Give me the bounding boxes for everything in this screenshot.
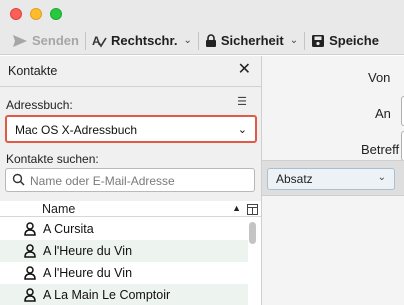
addressbook-label: Adressbuch: bbox=[6, 98, 73, 112]
chevron-down-icon[interactable]: ⌄ bbox=[290, 35, 298, 46]
list-item[interactable]: A l'Heure du Vin bbox=[0, 262, 248, 284]
addressbook-select[interactable]: Mac OS X-Adressbuch ⌄ bbox=[5, 115, 257, 143]
send-button[interactable]: Senden bbox=[12, 30, 79, 52]
addressbook-value: Mac OS X-Adressbuch bbox=[15, 123, 138, 137]
list-header: Name ▲ bbox=[0, 201, 261, 217]
sort-ascending-icon[interactable]: ▲ bbox=[232, 203, 241, 213]
list-item[interactable]: A Cursita bbox=[0, 218, 248, 240]
paragraph-format-select[interactable]: Absatz ⌄ bbox=[267, 168, 395, 190]
title-bar bbox=[0, 0, 404, 27]
person-icon bbox=[24, 288, 36, 305]
contact-name: A l'Heure du Vin bbox=[43, 266, 133, 280]
format-toolbar: Absatz ⌄ bbox=[262, 160, 404, 196]
spellcheck-icon: A bbox=[92, 34, 111, 48]
compose-toolbar: Senden A Rechtschr. ⌄ Sicherheit ⌄ Speic… bbox=[0, 27, 404, 55]
security-label: Sicherheit bbox=[220, 33, 284, 48]
toolbar-separator bbox=[304, 31, 306, 50]
search-input[interactable] bbox=[30, 172, 250, 189]
save-icon bbox=[311, 34, 329, 48]
paragraph-format-value: Absatz bbox=[276, 172, 313, 186]
menu-icon[interactable]: ☰ bbox=[237, 95, 247, 108]
toolbar-separator bbox=[84, 31, 86, 50]
chevron-down-icon: ⌄ bbox=[237, 124, 247, 136]
from-label: Von bbox=[368, 70, 391, 85]
contacts-sidebar: Kontakte ✕ Adressbuch: ☰ Mac OS X-Adress… bbox=[0, 56, 262, 305]
send-label: Senden bbox=[32, 33, 79, 48]
list-item[interactable]: A l'Heure du Vin bbox=[0, 240, 248, 262]
column-header-name[interactable]: Name bbox=[42, 202, 75, 216]
search-label: Kontakte suchen: bbox=[6, 152, 99, 166]
security-button[interactable]: Sicherheit ⌄ bbox=[205, 30, 298, 52]
to-label: An bbox=[375, 106, 391, 121]
chevron-down-icon: ⌄ bbox=[377, 172, 386, 183]
list-item[interactable]: A La Main Le Comptoir bbox=[0, 284, 248, 305]
send-icon bbox=[12, 34, 32, 48]
person-icon bbox=[24, 244, 36, 263]
contact-name: A Cursita bbox=[43, 222, 94, 236]
sidebar-title: Kontakte bbox=[8, 64, 58, 78]
lock-icon bbox=[205, 33, 221, 48]
person-icon bbox=[24, 266, 36, 285]
close-icon[interactable]: ✕ bbox=[238, 62, 251, 78]
person-icon bbox=[24, 222, 36, 241]
contact-search-box[interactable] bbox=[5, 168, 255, 192]
save-label: Speiche bbox=[329, 33, 379, 48]
contacts-list: Name ▲ A Cursita A l'Heure du Vin A l'He… bbox=[0, 201, 261, 305]
contact-name: A La Main Le Comptoir bbox=[43, 288, 171, 302]
search-icon bbox=[12, 173, 25, 191]
minimize-window-button[interactable] bbox=[30, 8, 42, 20]
zoom-window-button[interactable] bbox=[50, 8, 62, 20]
svg-text:A: A bbox=[92, 34, 101, 48]
toolbar-separator bbox=[197, 31, 199, 50]
scrollbar[interactable] bbox=[249, 218, 256, 305]
subject-label: Betreff bbox=[361, 142, 400, 157]
spelling-button[interactable]: A Rechtschr. ⌄ bbox=[92, 30, 192, 52]
spelling-label: Rechtschr. bbox=[110, 33, 178, 48]
sidebar-header: Kontakte ✕ bbox=[0, 56, 261, 87]
close-window-button[interactable] bbox=[10, 8, 22, 20]
chevron-down-icon[interactable]: ⌄ bbox=[183, 35, 191, 46]
compose-header: Von An Betreff Absatz ⌄ bbox=[262, 56, 404, 305]
contact-name: A l'Heure du Vin bbox=[43, 244, 133, 258]
save-button[interactable]: Speiche bbox=[311, 30, 379, 52]
scrollbar-thumb[interactable] bbox=[249, 222, 256, 244]
